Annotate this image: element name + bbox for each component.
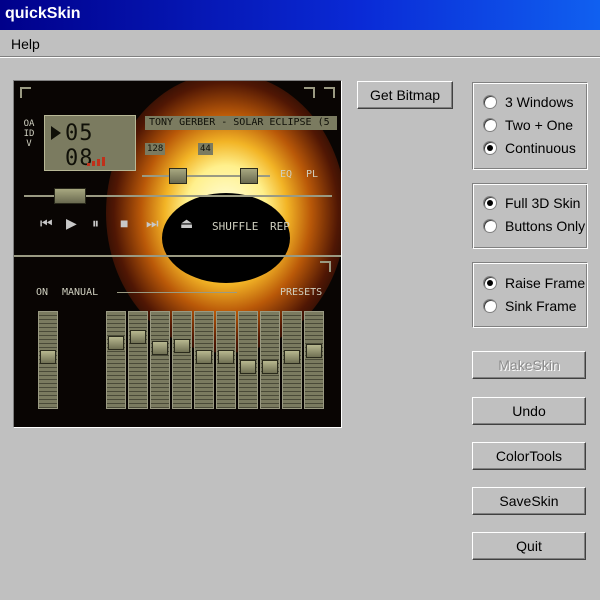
frame-mode-group: Raise Frame Sink Frame [472,262,588,328]
time-display: 05 08 [44,115,136,171]
eq-on-toggle[interactable]: ON [36,287,48,298]
radio-raise-frame[interactable]: Raise Frame [483,274,585,292]
radio-sink-frame[interactable]: Sink Frame [483,297,577,315]
corner-bracket [20,87,31,98]
balance-knob[interactable] [240,168,258,184]
pl-toggle[interactable]: PL [306,169,318,180]
play-icon[interactable]: ▶ [66,215,77,232]
song-ticker: TONY GERBER - SOLAR ECLIPSE (5 [145,116,337,130]
radio-label: Buttons Only [505,218,586,234]
eq-slider-knob[interactable] [240,360,256,374]
pause-icon[interactable]: ⏸ [92,215,99,232]
radio-label: Sink Frame [505,298,577,314]
eq-band-slider[interactable] [194,311,214,409]
undo-button[interactable]: Undo [472,397,586,425]
menu-bar: Help [0,31,600,55]
eq-slider-knob[interactable] [108,336,124,350]
radio-buttons-only[interactable]: Buttons Only [483,217,585,235]
eq-band-slider[interactable] [106,311,126,409]
save-skin-button[interactable]: SaveSkin [472,487,586,515]
prev-icon[interactable]: ⏮ [40,215,53,232]
side-letters: OAIDV [23,119,35,149]
radio-full-3d-skin[interactable]: Full 3D Skin [483,194,580,212]
eq-slider-knob[interactable] [174,339,190,353]
eq-band-slider[interactable] [282,311,302,409]
corner-bracket [304,87,315,98]
radio-label: Continuous [505,140,576,156]
corner-bracket [324,87,335,98]
radio-circle [483,299,497,313]
eq-band-slider[interactable] [238,311,258,409]
eq-slider-knob[interactable] [306,344,322,358]
eq-band-slider[interactable] [304,311,324,409]
radio-circle [483,95,497,109]
eq-slider-knob[interactable] [284,350,300,364]
skin-preview: OAIDV 05 08 TONY GERBER - SOLAR ECLIPSE … [13,80,342,428]
eq-slider-knob[interactable] [152,341,168,355]
eq-band-slider[interactable] [216,311,236,409]
eq-band-slider[interactable] [150,311,170,409]
eject-icon[interactable]: ⏏ [180,215,193,232]
radio-label: Full 3D Skin [505,195,581,211]
title-bar[interactable]: quickSkin [0,0,600,30]
radio-label: Raise Frame [505,275,586,291]
eq-slider-knob[interactable] [262,360,278,374]
eq-band-slider[interactable] [128,311,148,409]
radio-label: Two + One [505,117,574,133]
window-title: quickSkin [5,5,81,22]
player-divider [14,255,341,257]
eq-presets-button[interactable]: PRESETS [280,287,322,298]
stop-icon[interactable]: ■ [120,215,128,231]
visualizer [87,157,105,166]
seek-knob[interactable] [54,188,86,204]
quit-button[interactable]: Quit [472,532,586,560]
repeat-toggle[interactable]: REP [270,220,290,233]
play-indicator-icon [51,126,61,140]
eq-band-slider[interactable] [172,311,192,409]
menu-separator [0,56,600,58]
skin-mode-group: Full 3D Skin Buttons Only [472,183,588,249]
eq-slider-knob[interactable] [196,350,212,364]
radio-circle [483,141,497,155]
get-bitmap-button[interactable]: Get Bitmap [357,81,453,109]
eq-slider-knob[interactable] [40,350,56,364]
eq-toggle[interactable]: EQ [280,169,292,180]
eq-slider-knob[interactable] [130,330,146,344]
radio-two-plus-one[interactable]: Two + One [483,116,573,134]
window-mode-group: 3 Windows Two + One Continuous [472,82,588,170]
radio-continuous[interactable]: Continuous [483,139,576,157]
color-tools-button[interactable]: ColorTools [472,442,586,470]
shuffle-toggle[interactable]: SHUFFLE [212,220,258,233]
eq-slider-knob[interactable] [218,350,234,364]
samplerate-display: 44 [198,143,213,155]
radio-3-windows[interactable]: 3 Windows [483,93,573,111]
eq-manual-toggle[interactable]: MANUAL [62,287,98,298]
radio-circle [483,118,497,132]
make-skin-button[interactable]: MakeSkin [472,351,586,379]
menu-help[interactable]: Help [11,36,40,52]
eq-preamp-slider[interactable] [38,311,58,409]
volume-knob[interactable] [169,168,187,184]
eq-graph [117,292,237,293]
next-icon[interactable]: ⏭ [146,215,159,232]
bitrate-display: 128 [145,143,166,155]
radio-circle [483,219,497,233]
radio-circle [483,276,497,290]
radio-circle [483,196,497,210]
eq-band-slider[interactable] [260,311,280,409]
eclipse-moon [162,193,290,283]
corner-bracket [320,261,331,272]
radio-label: 3 Windows [505,94,574,110]
